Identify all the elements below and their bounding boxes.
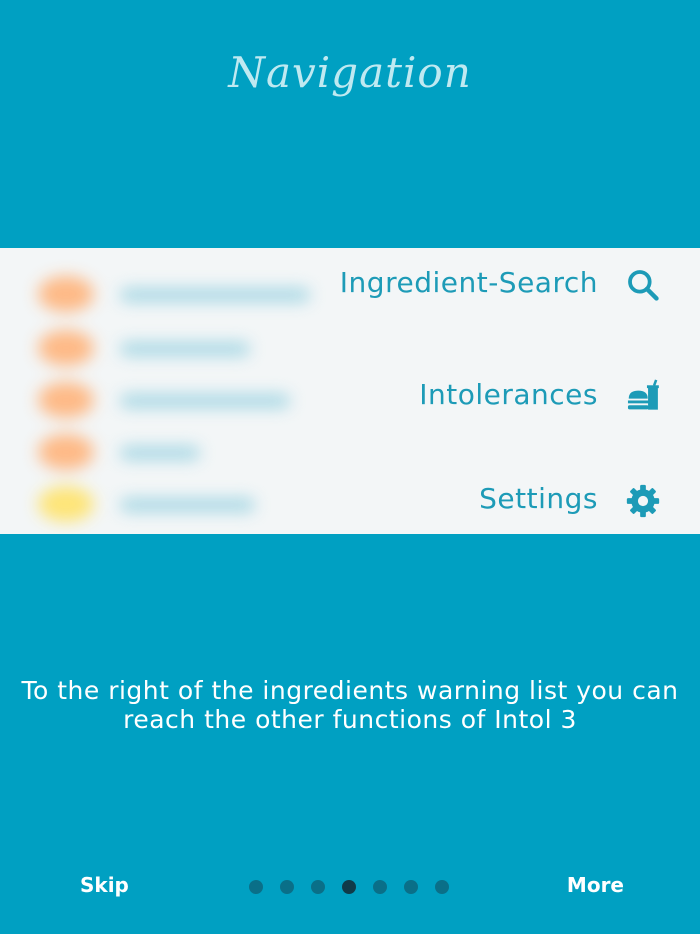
- menu-item-label: Settings: [479, 482, 598, 515]
- page-dot-4[interactable]: [342, 880, 356, 894]
- warning-dot: [38, 434, 94, 470]
- blurred-list-item: [38, 324, 598, 366]
- page-dot-1[interactable]: [249, 880, 263, 894]
- navigation-preview: Ingredient-Search Intolerances Settings: [0, 248, 700, 534]
- page-indicator: [249, 880, 459, 894]
- menu-item-intolerances[interactable]: Intolerances: [0, 366, 700, 426]
- page-dot-7[interactable]: [435, 880, 449, 894]
- skip-button[interactable]: Skip: [80, 873, 129, 897]
- page-dot-2[interactable]: [280, 880, 294, 894]
- menu-item-label: Ingredient-Search: [339, 266, 598, 299]
- onboarding-description: To the right of the ingredients warning …: [21, 676, 679, 734]
- more-button[interactable]: More: [567, 873, 624, 897]
- menu-item-label: Intolerances: [419, 378, 598, 411]
- blurred-text: [120, 446, 200, 460]
- blurred-list-item: [38, 428, 598, 470]
- menu-item-settings[interactable]: Settings: [0, 470, 700, 530]
- food-drink-icon: [627, 379, 659, 410]
- page-dot-6[interactable]: [404, 880, 418, 894]
- gear-icon: [626, 484, 660, 518]
- blurred-text: [120, 342, 250, 356]
- menu-item-ingredient-search[interactable]: Ingredient-Search: [0, 254, 700, 314]
- warning-dot: [38, 330, 94, 366]
- page-dot-3[interactable]: [311, 880, 325, 894]
- page-title: Navigation: [228, 48, 472, 97]
- page-dot-5[interactable]: [373, 880, 387, 894]
- search-icon: [628, 270, 659, 301]
